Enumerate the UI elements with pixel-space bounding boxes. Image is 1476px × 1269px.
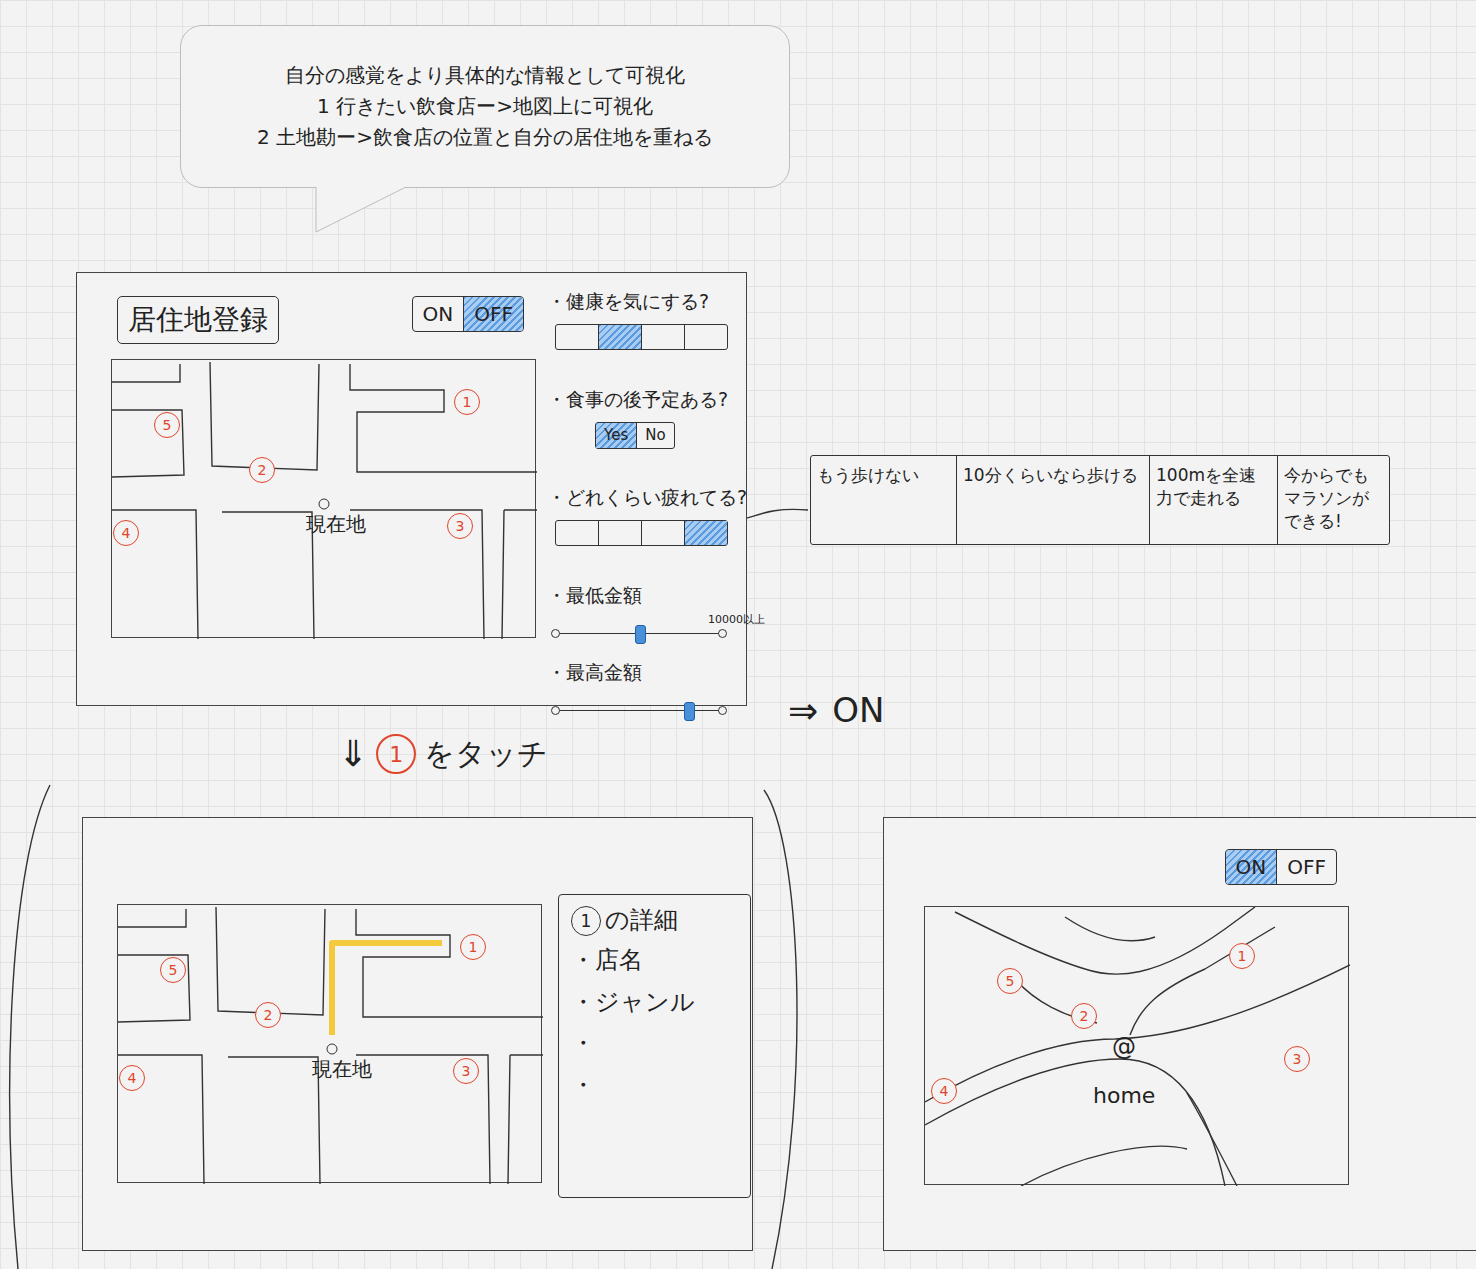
question-label: ・最低金額	[547, 583, 737, 608]
transition-label: ON	[832, 690, 884, 731]
note-line: 自分の感覚をより具体的な情報として可視化	[285, 60, 685, 91]
segment-question: ・どれくらい疲れてる?	[547, 485, 737, 583]
price-slider[interactable]	[551, 701, 727, 721]
current-location-label: 現在地	[306, 512, 366, 536]
screen-title: 居住地登録	[117, 296, 279, 344]
sketch-canvas: 自分の感覚をより具体的な情報として可視化1 行きたい飲食店ー>地図上に可視化2 …	[0, 0, 1476, 1269]
legend-cell: 10分くらいなら歩ける	[956, 456, 1149, 544]
current-location-dot	[327, 1044, 338, 1055]
note-bubble: 自分の感覚をより具体的な情報として可視化1 行きたい飲食店ー>地図上に可視化2 …	[180, 25, 790, 188]
segment-control[interactable]: YesNo	[595, 422, 675, 450]
current-location-dot	[319, 499, 330, 510]
home-label: home	[1093, 1083, 1155, 1109]
fatigue-legend: もう歩けない10分くらいなら歩ける100mを全速力で走れる今からでもマラソンがで…	[810, 455, 1390, 545]
map-pin[interactable]: 3	[447, 513, 473, 539]
segment-question: ・食事の後予定ある? YesNo	[547, 387, 737, 485]
home-screen: ONOFF 1 2 3 4 5 @ home	[883, 817, 1476, 1251]
map-pin[interactable]: 4	[931, 1078, 957, 1104]
on-transition: ⇒ ON	[788, 690, 884, 731]
detail-title: 1の詳細	[571, 905, 738, 936]
segment-option[interactable]	[684, 521, 727, 545]
question-panel: ・健康を気にする? ・食事の後予定ある? YesNo ・どれくらい疲れてる? ・最低金額…	[547, 273, 737, 705]
detail-item: ・	[571, 1069, 738, 1103]
on-off-toggle[interactable]: ONOFF	[1225, 849, 1337, 885]
question-label: ・最高金額	[547, 660, 737, 685]
slider-end	[718, 706, 727, 715]
detail-panel: 1の詳細・店名・ジャンル・・	[558, 894, 751, 1198]
segment-control[interactable]	[555, 520, 728, 546]
segment-question: ・健康を気にする?	[547, 289, 737, 387]
road-icon	[925, 907, 1350, 1186]
map-pin[interactable]: 2	[255, 1002, 281, 1028]
toggle-option[interactable]: OFF	[1276, 850, 1336, 884]
home-marker: @	[1112, 1035, 1136, 1059]
note-line: 2 土地勘ー>飲食店の位置と自分の居住地を重ねる	[257, 122, 713, 153]
map[interactable]: 1 2 3 4 5 現在地	[111, 359, 536, 638]
map-pin[interactable]: 4	[119, 1065, 145, 1091]
detail-item: ・ジャンル	[571, 986, 738, 1020]
question-label: ・健康を気にする?	[547, 289, 737, 314]
segment-option[interactable]: Yes	[596, 423, 636, 449]
touch-transition: ⇓1をタッチ	[338, 734, 548, 774]
segment-option[interactable]	[684, 325, 727, 349]
note-line: 1 行きたい飲食店ー>地図上に可視化	[317, 91, 653, 122]
map[interactable]: 1 2 3 4 5 現在地	[117, 904, 542, 1183]
segment-option[interactable]	[598, 521, 641, 545]
segment-option[interactable]	[556, 521, 598, 545]
map-pin[interactable]: 5	[160, 957, 186, 983]
legend-cell: 今からでもマラソンができる!	[1277, 456, 1389, 544]
pin-badge: 1	[376, 734, 416, 774]
map-pin[interactable]: 4	[113, 520, 139, 546]
map-pin[interactable]: 3	[453, 1058, 479, 1084]
map[interactable]: 1 2 3 4 5 @ home	[924, 906, 1349, 1185]
question-label: ・食事の後予定ある?	[547, 387, 737, 412]
segment-control[interactable]	[555, 324, 728, 350]
detail-screen: 12345現在地1の詳細・店名・ジャンル・・	[82, 817, 753, 1251]
current-location-label: 現在地	[312, 1057, 372, 1081]
price-slider[interactable]: 10000以上	[551, 624, 727, 644]
right-arrow-icon: ⇒	[788, 691, 818, 731]
slider-start	[551, 629, 560, 638]
slider-max-label: 10000以上	[708, 612, 765, 627]
map-pin[interactable]: 3	[1284, 1046, 1310, 1072]
question-label: ・どれくらい疲れてる?	[547, 485, 737, 510]
toggle-option[interactable]: ON	[413, 297, 464, 331]
legend-cell: もう歩けない	[811, 456, 956, 544]
slider-question: ・最高金額	[547, 660, 737, 737]
slider-end	[718, 629, 727, 638]
on-off-toggle[interactable]: ONOFF	[412, 296, 524, 332]
legend-cell: 100mを全速力で走れる	[1149, 456, 1277, 544]
map-pin[interactable]: 2	[249, 457, 275, 483]
slider-thumb[interactable]	[684, 702, 695, 721]
toggle-option[interactable]: OFF	[463, 297, 523, 331]
map-pin[interactable]: 1	[1229, 943, 1255, 969]
segment-option[interactable]	[556, 325, 598, 349]
pin-badge: 1	[571, 906, 601, 936]
register-screen: 居住地登録 ONOFF 1 2 3 4 5 現在地 ・健康を気にする? ・食事の後予定ある? Yes…	[76, 272, 747, 706]
map-pin[interactable]: 1	[454, 389, 480, 415]
toggle-option[interactable]: ON	[1226, 850, 1277, 884]
route-icon	[332, 943, 442, 1035]
segment-option[interactable]: No	[636, 423, 673, 449]
slider-question: ・最低金額 10000以上	[547, 583, 737, 660]
down-arrow-icon: ⇓	[338, 734, 368, 774]
segment-option[interactable]	[641, 521, 684, 545]
map-pin[interactable]: 5	[154, 412, 180, 438]
detail-item: ・	[571, 1027, 738, 1061]
segment-option[interactable]	[641, 325, 684, 349]
slider-track	[557, 710, 721, 712]
map-pin[interactable]: 5	[997, 968, 1023, 994]
slider-thumb[interactable]	[635, 625, 646, 644]
map-pin[interactable]: 2	[1071, 1003, 1097, 1029]
detail-item: ・店名	[571, 944, 738, 978]
map-pin[interactable]: 1	[460, 934, 486, 960]
transition-label: をタッチ	[424, 736, 548, 772]
segment-option[interactable]	[598, 325, 641, 349]
slider-start	[551, 706, 560, 715]
